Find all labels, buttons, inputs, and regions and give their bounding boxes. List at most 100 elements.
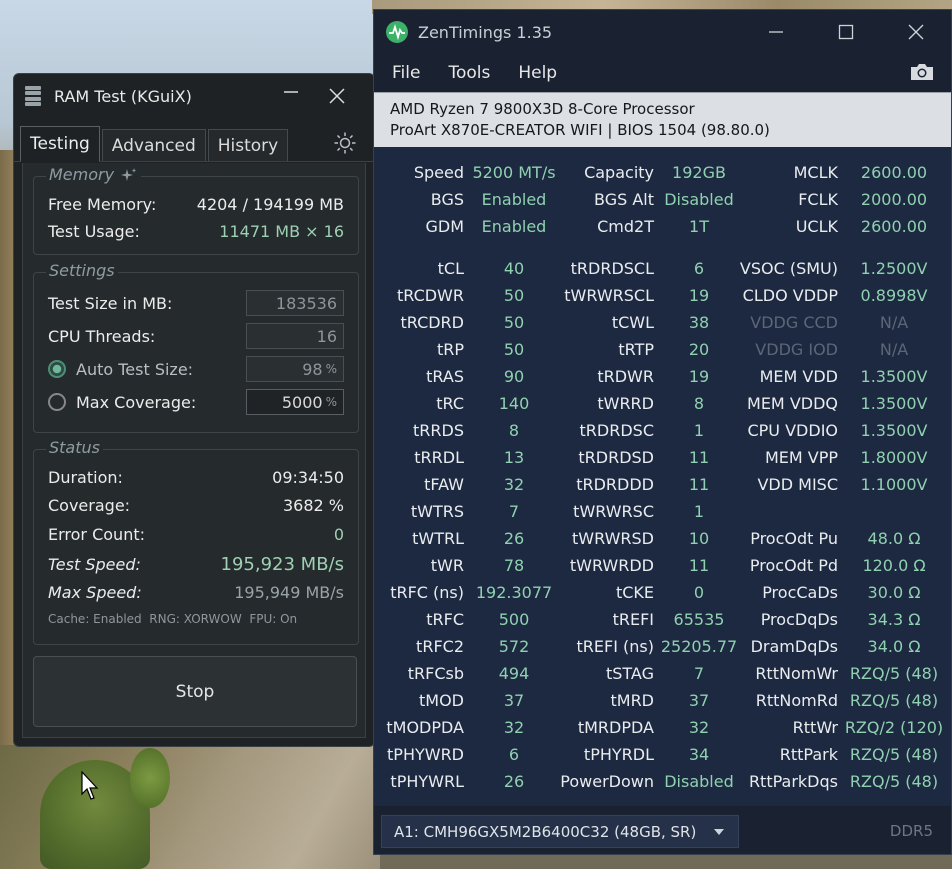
timing-label: tRC [436, 394, 464, 413]
timing-label: RttPark [779, 745, 838, 764]
auto-test-size-option[interactable]: Auto Test Size: [48, 360, 193, 379]
zentimings-logo-icon [386, 21, 408, 43]
timing-label: tRDRDSC [579, 421, 654, 440]
test-usage-row: Test Usage: 11471 MB × 16 [48, 222, 344, 241]
timing-value: 2600.00 [860, 217, 928, 236]
timing-value: 34.3 Ω [867, 610, 921, 629]
tab-history[interactable]: History [207, 129, 289, 161]
test-usage-label: Test Usage: [48, 222, 140, 241]
timing-label: CLDO VDDP [742, 286, 838, 305]
theme-toggle-sun-icon[interactable] [334, 132, 356, 154]
max-speed-value: 195,949 MB/s [234, 583, 344, 602]
test-speed-row: Test Speed: 195,923 MB/s [48, 554, 344, 575]
timing-value: 1 [693, 502, 705, 521]
memory-group: Memory Free Memory: 4204 / 194199 MB Tes… [33, 165, 359, 255]
timing-label: VDDG IOD [755, 340, 838, 359]
timing-value: 48.0 Ω [867, 529, 921, 548]
stop-button[interactable]: Stop [33, 656, 357, 727]
timing-value: RZQ/5 (48) [849, 691, 939, 710]
timing-label: GDM [425, 217, 464, 236]
max-speed-label: Max Speed: [48, 583, 142, 602]
max-coverage-option[interactable]: Max Coverage: [48, 393, 196, 412]
maximize-icon [838, 24, 854, 40]
close-icon [908, 24, 924, 40]
free-memory-value: 4204 / 194199 MB [196, 195, 344, 214]
timing-value: 1.2500V [860, 259, 928, 278]
max-coverage-value: 5000 [281, 392, 323, 412]
tab-testing[interactable]: Testing [20, 126, 100, 162]
timing-value: 34.0 Ω [867, 637, 921, 656]
max-coverage-radio[interactable] [48, 393, 66, 411]
timing-label: MCLK [793, 163, 838, 182]
timing-value: 1.1000V [860, 475, 928, 494]
max-coverage-input[interactable]: 5000% [246, 389, 344, 415]
minimize-icon [284, 91, 298, 93]
window-title: RAM Test (KGuiX) [54, 86, 192, 106]
timing-label: tRDRDDD [576, 475, 654, 494]
auto-test-size-input[interactable]: 98% [246, 356, 344, 382]
menu-tools[interactable]: Tools [448, 63, 490, 83]
maximize-button[interactable] [811, 10, 881, 54]
timing-label: MEM VDDQ [747, 394, 838, 413]
mouse-cursor-icon [81, 771, 99, 800]
timing-value: 120.0 Ω [862, 556, 926, 575]
max-speed-row: Max Speed: 195,949 MB/s [48, 583, 344, 602]
auto-test-size-radio[interactable] [48, 360, 66, 378]
timing-label: VDDG CCD [750, 313, 838, 332]
close-button[interactable] [314, 81, 360, 111]
timing-label: RttNomWr [755, 664, 838, 683]
timing-label: FCLK [798, 190, 838, 209]
timing-label: tRRDL [414, 448, 464, 467]
free-memory-row: Free Memory: 4204 / 194199 MB [48, 195, 344, 214]
engine-info-line: Cache: Enabled RNG: XORWOW FPU: On [48, 612, 298, 626]
zentimings-titlebar[interactable]: ZenTimings 1.35 [374, 10, 951, 54]
timing-label: tRFCsb [407, 664, 464, 683]
timing-label: tPHYRDL [583, 745, 654, 764]
timing-label: tMRDPDA [577, 718, 654, 737]
timing-label: tRRDS [413, 421, 464, 440]
timing-label: tFAW [424, 475, 464, 494]
cpu-threads-input[interactable]: 16 [246, 323, 344, 349]
zentimings-footer: A1: CMH96GX5M2B6400C32 (48GB, SR) DDR5 [374, 806, 951, 854]
timing-value: 2600.00 [860, 163, 928, 182]
menu-help[interactable]: Help [518, 63, 557, 83]
timing-label: tMODPDA [386, 718, 464, 737]
timing-label: tCL [437, 259, 464, 278]
dimm-module-select[interactable]: A1: CMH96GX5M2B6400C32 (48GB, SR) [381, 815, 739, 848]
error-count-value: 0 [333, 525, 344, 544]
background-tree [130, 748, 170, 808]
timing-label: RttWr [792, 718, 838, 737]
minimize-button[interactable] [741, 10, 811, 54]
timing-label: PowerDown [560, 772, 654, 791]
close-button[interactable] [881, 10, 951, 54]
auto-test-size-value: 98 [302, 359, 323, 379]
timing-label: tRTP [618, 340, 654, 359]
test-size-input[interactable]: 183536 [246, 290, 344, 316]
timing-label: tMOD [419, 691, 464, 710]
timing-label: tWRRD [597, 394, 654, 413]
ram-test-titlebar[interactable]: RAM Test (KGuiX) [14, 74, 374, 118]
free-memory-label: Free Memory: [48, 195, 157, 214]
timing-label: tSTAG [605, 664, 654, 683]
board-bios: ProArt X870E-CREATOR WIFI | BIOS 1504 (9… [390, 121, 770, 139]
memory-group-label: Memory [46, 165, 142, 184]
camera-screenshot-icon[interactable] [909, 62, 935, 82]
timing-value: 1.8000V [860, 448, 928, 467]
menu-file[interactable]: File [392, 63, 420, 83]
minimize-button[interactable] [268, 81, 314, 111]
test-size-row: Test Size in MB: 183536 [48, 290, 344, 316]
timing-label: tWR [430, 556, 464, 575]
timing-label: tWRWRSCL [564, 286, 654, 305]
test-speed-label: Test Speed: [48, 555, 141, 574]
timing-value: 0.8998V [860, 286, 928, 305]
timing-label: tRFC [426, 610, 464, 629]
timing-label: tPHYWRL [390, 772, 464, 791]
timing-label: VDD MISC [757, 475, 838, 494]
timing-label: tRDWR [597, 367, 654, 386]
timing-label: tCKE [615, 583, 654, 602]
timing-label: tRFC (ns) [390, 583, 464, 602]
memory-label-text: Memory [49, 165, 115, 184]
timing-label: tWRWRDD [569, 556, 654, 575]
timing-label: DramDqDs [750, 637, 838, 656]
tab-advanced[interactable]: Advanced [101, 129, 206, 161]
